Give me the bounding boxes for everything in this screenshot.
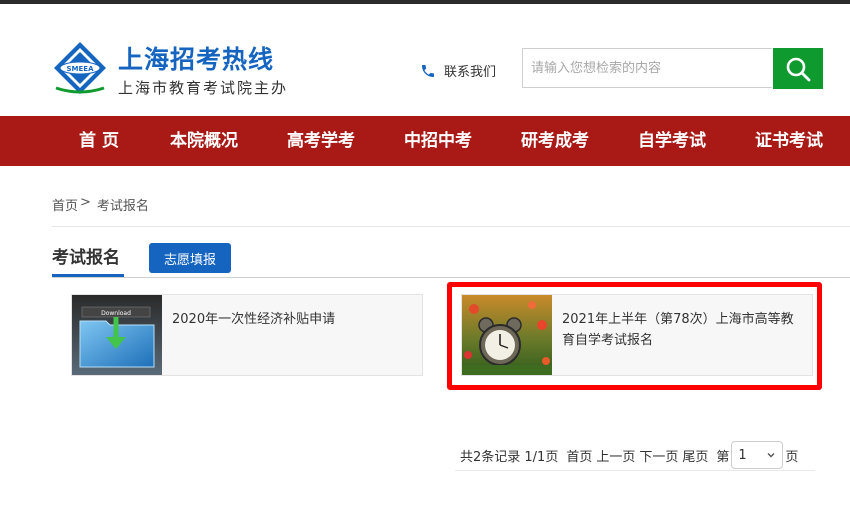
pager-summary: 共2条记录 1/1页 bbox=[460, 449, 559, 465]
pager-last-link[interactable]: 尾页 bbox=[682, 446, 708, 465]
breadcrumb: 首页 > 考试报名 bbox=[52, 195, 149, 214]
list-item[interactable]: 2021年上半年（第78次）上海市高等教育自学考试报名 bbox=[461, 294, 813, 376]
chevron-down-icon bbox=[767, 453, 775, 458]
page-select-value: 1 bbox=[738, 447, 747, 463]
card-title[interactable]: 2020年一次性经济补贴申请 bbox=[172, 309, 414, 330]
pager-page-prefix: 第 bbox=[716, 449, 730, 465]
nav-item-home[interactable]: 首 页 bbox=[63, 116, 135, 166]
pagination: 共2条记录 1/1页 首页 上一页 下一页 尾页 第 1 页 bbox=[460, 441, 798, 469]
nav-item-zhongkao[interactable]: 中招中考 bbox=[397, 116, 479, 166]
phone-icon bbox=[422, 64, 434, 77]
contact-us-link[interactable]: 联系我们 bbox=[420, 61, 496, 80]
breadcrumb-separator: > bbox=[80, 195, 91, 210]
alarm-clock-image bbox=[462, 295, 552, 375]
breadcrumb-home[interactable]: 首页 bbox=[52, 195, 78, 214]
nav-item-self-study[interactable]: 自学考试 bbox=[631, 116, 713, 166]
contact-us-label: 联系我们 bbox=[444, 65, 497, 80]
search-icon bbox=[786, 57, 811, 81]
tab-volunteer-fill[interactable]: 志愿填报 bbox=[149, 243, 231, 273]
page-select[interactable]: 1 bbox=[731, 441, 784, 469]
main-nav: 首 页 本院概况 高考学考 中招中考 研考成考 自学考试 证书考试 bbox=[0, 116, 850, 166]
nav-item-about[interactable]: 本院概况 bbox=[163, 116, 245, 166]
pager-prev-link[interactable]: 上一页 bbox=[596, 446, 635, 465]
logo-text: SMEEA bbox=[67, 65, 95, 73]
section-title[interactable]: 考试报名 bbox=[52, 243, 120, 268]
card-title[interactable]: 2021年上半年（第78次）上海市高等教育自学考试报名 bbox=[562, 309, 804, 351]
pager-next-link[interactable]: 下一页 bbox=[639, 446, 678, 465]
list-item[interactable]: Download 2020年一次性经济补贴申请 bbox=[71, 294, 423, 376]
breadcrumb-current: 考试报名 bbox=[96, 199, 149, 214]
divider bbox=[52, 226, 850, 227]
pager-first-link[interactable]: 首页 bbox=[566, 446, 592, 465]
nav-item-gaokao[interactable]: 高考学考 bbox=[280, 116, 362, 166]
search-button[interactable] bbox=[773, 48, 823, 89]
nav-item-yankao[interactable]: 研考成考 bbox=[514, 116, 596, 166]
top-strip bbox=[0, 0, 850, 4]
thumb-download-label: Download bbox=[101, 310, 131, 317]
search-input[interactable] bbox=[523, 49, 772, 87]
download-folder-icon: Download bbox=[72, 295, 162, 375]
smeea-logo[interactable]: SMEEA bbox=[52, 40, 108, 96]
nav-item-certificate[interactable]: 证书考试 bbox=[748, 116, 830, 166]
divider bbox=[455, 470, 815, 471]
pager-page-suffix: 页 bbox=[785, 449, 799, 465]
site-title: 上海招考热线 bbox=[118, 45, 275, 74]
site-subtitle: 上海市教育考试院主办 bbox=[118, 79, 289, 97]
divider bbox=[52, 277, 850, 278]
search-box bbox=[522, 48, 772, 88]
